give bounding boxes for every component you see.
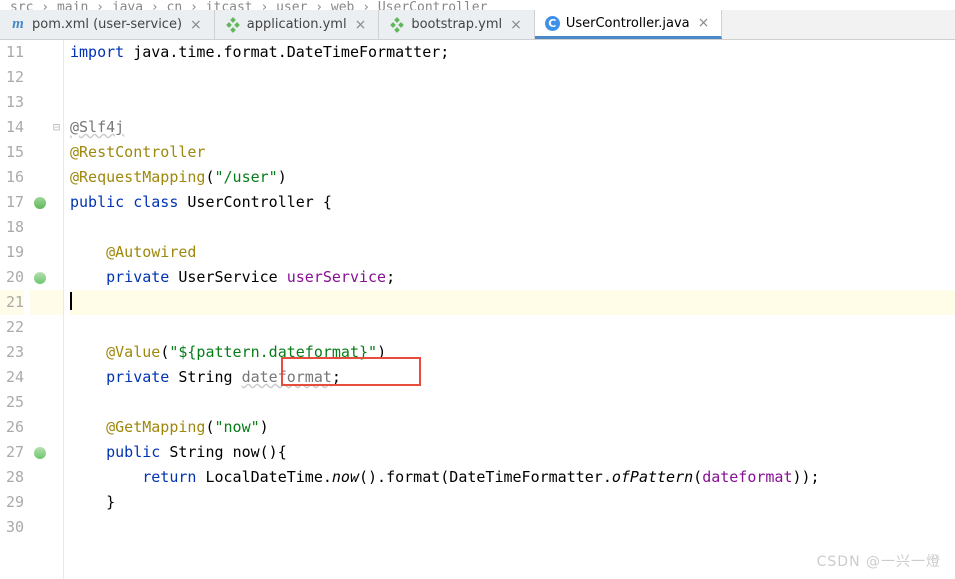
- field-ref: dateformat: [702, 468, 792, 486]
- bean-gutter-icon[interactable]: [34, 272, 46, 284]
- method-name: now: [233, 443, 260, 461]
- tab-label: pom.xml (user-service): [32, 17, 182, 32]
- code-area[interactable]: import java.time.format.DateTimeFormatte…: [64, 40, 955, 579]
- static-ofpattern: ofPattern: [612, 468, 693, 486]
- code: LocalDateTime.: [196, 468, 331, 486]
- class-gutter-icon[interactable]: [34, 197, 46, 209]
- paren: (: [693, 468, 702, 486]
- maven-icon: m: [10, 17, 26, 33]
- kw-private: private: [106, 268, 169, 286]
- kw-import: import: [70, 43, 124, 61]
- ann-slf4j: @Slf4j: [70, 118, 124, 136]
- code: ().format(DateTimeFormatter.: [359, 468, 612, 486]
- kw-public: public: [70, 193, 133, 211]
- tab-label: application.yml: [247, 17, 347, 32]
- yaml-icon: [389, 17, 405, 33]
- type: String: [160, 443, 232, 461]
- tab-usercontroller[interactable]: C UserController.java ×: [535, 10, 723, 39]
- field-dateformat: dateformat: [242, 368, 332, 386]
- paren: ): [278, 168, 287, 186]
- str-user: "/user": [215, 168, 278, 186]
- ann-getmapping: @GetMapping: [106, 418, 205, 436]
- tab-label: UserController.java: [566, 16, 690, 31]
- type: UserService: [169, 268, 286, 286]
- type: String: [169, 368, 241, 386]
- gutter-hints: [30, 40, 50, 579]
- kw-private: private: [106, 368, 169, 386]
- class-name: UserController {: [178, 193, 332, 211]
- field-userservice: userService: [287, 268, 386, 286]
- editor-tabs: m pom.xml (user-service) × application.y…: [0, 10, 955, 40]
- brace: }: [106, 493, 115, 511]
- watermark: CSDN @一兴一燈: [817, 551, 941, 571]
- semi: ;: [332, 368, 341, 386]
- static-now: now: [332, 468, 359, 486]
- close-icon[interactable]: ×: [696, 16, 712, 30]
- paren: ): [260, 418, 269, 436]
- kw-return: return: [142, 468, 196, 486]
- paren: (: [160, 343, 169, 361]
- text-cursor: [70, 292, 72, 310]
- parens: (){: [260, 443, 287, 461]
- endpoint-gutter-icon[interactable]: [34, 447, 46, 459]
- line-number-gutter: 11121314 15161718 19202122 23242526 2728…: [0, 40, 30, 579]
- import-path: java.time.format.DateTimeFormatter;: [124, 43, 449, 61]
- close-icon[interactable]: ×: [353, 18, 369, 32]
- paren: (: [205, 418, 214, 436]
- semi: ;: [386, 268, 395, 286]
- paren: ): [377, 343, 386, 361]
- yaml-icon: [225, 17, 241, 33]
- tab-bootstrap-yml[interactable]: bootstrap.yml ×: [379, 10, 535, 39]
- breadcrumb: src › main › java › cn › itcast › user ›…: [0, 0, 955, 10]
- str-pattern: "${pattern.dateformat}": [169, 343, 377, 361]
- ann-restcontroller: @RestController: [70, 143, 205, 161]
- fold-gutter: ⊟: [50, 40, 64, 579]
- java-class-icon: C: [545, 16, 560, 31]
- tab-pom-xml[interactable]: m pom.xml (user-service) ×: [0, 10, 215, 39]
- code-editor[interactable]: 11121314 15161718 19202122 23242526 2728…: [0, 40, 955, 579]
- close-icon[interactable]: ×: [188, 18, 204, 32]
- ann-requestmapping: @RequestMapping: [70, 168, 205, 186]
- tab-label: bootstrap.yml: [411, 17, 502, 32]
- tab-application-yml[interactable]: application.yml ×: [215, 10, 380, 39]
- close-icon[interactable]: ×: [508, 18, 524, 32]
- kw-public: public: [106, 443, 160, 461]
- paren: (: [205, 168, 214, 186]
- kw-class: class: [133, 193, 178, 211]
- ann-autowired: @Autowired: [106, 243, 196, 261]
- code: ));: [793, 468, 820, 486]
- ann-value: @Value: [106, 343, 160, 361]
- str-now: "now": [215, 418, 260, 436]
